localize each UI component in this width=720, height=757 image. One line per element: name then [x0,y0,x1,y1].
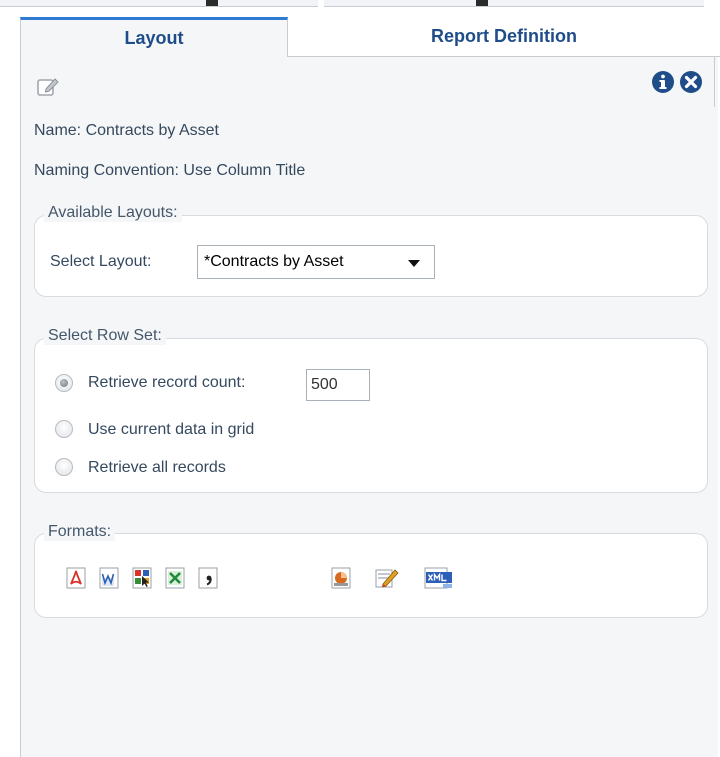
pdf-icon[interactable] [66,567,86,589]
retrieve-all-records-label: Retrieve all records [88,459,226,476]
top-strip-segment [0,0,318,7]
top-strip-segment [324,0,704,7]
radio-retrieve-record-count[interactable] [55,374,73,392]
report-name: Name: Contracts by Asset [34,122,219,139]
top-toolbar-strip [0,0,720,14]
radio-retrieve-all-records[interactable] [55,458,73,476]
tab-layout[interactable]: Layout [20,17,288,57]
grid-report-icon[interactable] [132,567,152,589]
layout-select-value: *Contracts by Asset [204,253,344,270]
xml-icon[interactable] [424,567,454,589]
tab-report-definition-label: Report Definition [431,26,577,46]
top-strip-handle [476,0,488,6]
available-layouts-legend: Available Layouts: [44,204,182,222]
tab-layout-label: Layout [124,28,184,48]
tab-report-definition[interactable]: Report Definition [288,17,720,57]
close-icon[interactable] [679,70,703,94]
top-strip-handle [206,0,218,6]
retrieve-record-count-label: Retrieve record count: [88,374,246,391]
naming-convention: Naming Convention: Use Column Title [34,162,306,179]
excel-icon[interactable] [165,567,185,589]
use-current-data-label: Use current data in grid [88,421,255,438]
edit-report-icon[interactable] [375,567,399,589]
chevron-down-icon [408,260,420,267]
panel-edge [714,57,715,107]
select-layout-label: Select Layout: [50,253,152,270]
row-set-legend: Select Row Set: [44,327,166,345]
radio-use-current-data[interactable] [55,420,73,438]
edit-icon[interactable] [36,75,60,99]
csv-icon[interactable] [198,567,218,589]
powerpoint-icon[interactable] [331,567,351,589]
word-icon[interactable] [99,567,119,589]
record-count-input[interactable] [306,369,370,401]
layout-select[interactable]: *Contracts by Asset [197,245,435,279]
info-icon[interactable] [651,70,675,94]
formats-legend: Formats: [44,523,116,541]
